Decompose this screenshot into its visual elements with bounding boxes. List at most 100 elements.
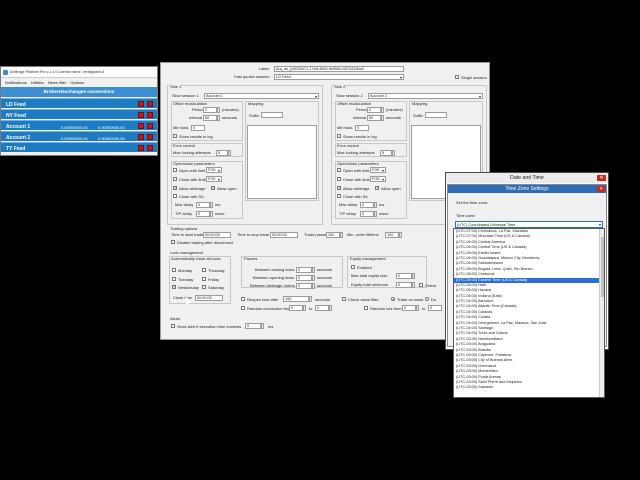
- between-opening-spinner[interactable]: [312, 275, 315, 281]
- side1-allow-arbitrage-checkbox[interactable]: [173, 186, 177, 190]
- connect-button[interactable]: [138, 145, 144, 151]
- timezone-dropdown-list[interactable]: (UTC-07:00) Chihuahua, La Paz, Mazatlan(…: [453, 228, 605, 398]
- send-alert-spinner[interactable]: [261, 323, 264, 329]
- random-lots-to-input[interactable]: 0: [428, 305, 442, 311]
- equity-total-min-input[interactable]: 0: [396, 282, 412, 288]
- side2-interval-spinner[interactable]: [381, 115, 384, 121]
- side1-max-locking-input[interactable]: 5: [216, 150, 228, 156]
- side2-max-delay-spinner[interactable]: [374, 202, 377, 208]
- day-tuesday-checkbox[interactable]: [172, 277, 176, 281]
- random-conn-from-input[interactable]: 0: [289, 305, 303, 311]
- side1-slow-select[interactable]: Account 1: [204, 92, 319, 99]
- max-equity-loss-input[interactable]: 0: [396, 273, 412, 279]
- side1-max-locking-spinner[interactable]: [228, 150, 231, 156]
- side1-close-limit-checkbox[interactable]: [173, 177, 177, 181]
- random-lots-from-spinner[interactable]: [416, 305, 419, 311]
- between-arb-input[interactable]: 0: [296, 283, 312, 289]
- side1-tp-delay-spinner[interactable]: [210, 211, 213, 217]
- settings-button[interactable]: [147, 145, 153, 151]
- side2-max-delay-input[interactable]: 0: [360, 202, 374, 208]
- datetime-close-icon[interactable]: ✕: [597, 175, 606, 181]
- side2-slow-select[interactable]: Account 2: [368, 92, 483, 99]
- fast-quotes-select[interactable]: LD Feed: [274, 74, 404, 80]
- side1-allow-open-checkbox[interactable]: [211, 186, 215, 190]
- menu-utilities[interactable]: Utilities: [31, 79, 44, 86]
- random-conn-to-spinner[interactable]: [329, 305, 332, 311]
- side1-interval-spinner[interactable]: [217, 115, 220, 121]
- side2-close-limit-select[interactable]: FOK: [370, 176, 386, 182]
- side2-show-results-checkbox[interactable]: [337, 134, 341, 138]
- random-conn-checkbox[interactable]: [241, 306, 245, 310]
- side2-open-limit-select[interactable]: FOK: [370, 167, 386, 173]
- side2-tp-delay-spinner[interactable]: [374, 211, 377, 217]
- timezone-scrollbar[interactable]: [599, 229, 604, 397]
- side1-open-limit-checkbox[interactable]: [173, 168, 177, 172]
- time-stop-input[interactable]: 00:00:00: [270, 232, 298, 238]
- side2-tp-delay-input[interactable]: 0: [360, 211, 374, 217]
- menu-news-filter[interactable]: News filter: [48, 79, 67, 86]
- between-opening-input[interactable]: 0: [296, 275, 312, 281]
- connection-row[interactable]: LD Feed: [1, 98, 157, 108]
- reopen-lock-input[interactable]: 100: [283, 296, 309, 302]
- between-arb-spinner[interactable]: [312, 283, 315, 289]
- side1-min-ticks-input[interactable]: 0: [191, 125, 205, 131]
- side1-open-limit-select[interactable]: FOK: [206, 167, 222, 173]
- settings-button[interactable]: [147, 112, 153, 118]
- connection-row[interactable]: Account 1 0.00000000,00 0.00000000,00: [1, 120, 157, 130]
- timezone-option[interactable]: (UTC-03:00) Salvador: [454, 385, 604, 390]
- side2-allow-arbitrage-checkbox[interactable]: [337, 186, 341, 190]
- send-alert-checkbox[interactable]: [171, 324, 175, 328]
- connection-row[interactable]: Account 2 0.00000000,00 0.00000000,00: [1, 131, 157, 141]
- trade-pause-input[interactable]: 100: [326, 232, 340, 238]
- disable-trading-checkbox[interactable]: [171, 240, 175, 244]
- min-order-input[interactable]: 100: [385, 232, 399, 238]
- random-conn-to-input[interactable]: 0: [315, 305, 329, 311]
- equity-total-min-spinner[interactable]: [412, 282, 415, 288]
- broker-titlebar[interactable]: Arbitrage Platform Pro v.1.4.0 License n…: [1, 67, 157, 78]
- connect-button[interactable]: [138, 134, 144, 140]
- trade-on-news-radio[interactable]: [391, 297, 395, 301]
- menu-options[interactable]: Options: [70, 79, 84, 86]
- side1-close-sl-checkbox[interactable]: [173, 194, 177, 198]
- side1-max-delay-spinner[interactable]: [210, 202, 213, 208]
- min-order-spinner[interactable]: [399, 232, 402, 238]
- day-saturday-checkbox[interactable]: [202, 285, 206, 289]
- connect-button[interactable]: [138, 123, 144, 129]
- do-radio[interactable]: [425, 297, 429, 301]
- menu-notifications[interactable]: Notifications: [5, 79, 27, 86]
- max-equity-loss-spinner[interactable]: [412, 273, 415, 279]
- equity-enabled-checkbox[interactable]: [351, 265, 355, 269]
- settings-button[interactable]: [147, 101, 153, 107]
- side2-interval-input[interactable]: 60: [367, 115, 381, 121]
- connection-row[interactable]: TY Feed: [1, 142, 157, 152]
- side1-close-limit-select[interactable]: FOK: [206, 176, 222, 182]
- side1-show-results-checkbox[interactable]: [173, 134, 177, 138]
- between-closing-input[interactable]: 0: [296, 267, 312, 273]
- close-time-input[interactable]: 00:00:00: [195, 295, 223, 301]
- day-thursday-checkbox[interactable]: [202, 268, 206, 272]
- timezone-close-icon[interactable]: ✕: [597, 186, 605, 192]
- time-start-input[interactable]: 00:00:00: [203, 232, 231, 238]
- equity-check-checkbox[interactable]: [419, 283, 423, 287]
- day-friday-checkbox[interactable]: [202, 277, 206, 281]
- side2-close-limit-checkbox[interactable]: [337, 177, 341, 181]
- side2-min-ticks-input[interactable]: 0: [355, 125, 369, 131]
- send-alert-input[interactable]: 0: [245, 323, 261, 329]
- side1-interval-input[interactable]: 60: [203, 115, 217, 121]
- settings-button[interactable]: [147, 123, 153, 129]
- side2-max-locking-input[interactable]: 5: [380, 150, 392, 156]
- trade-pause-spinner[interactable]: [340, 232, 343, 238]
- random-lots-from-input[interactable]: 0: [402, 305, 416, 311]
- timezone-select[interactable]: (UTC) Coordinated Universal Time: [455, 221, 603, 228]
- random-lots-checkbox[interactable]: [364, 306, 368, 310]
- scrollbar-thumb[interactable]: [600, 237, 604, 297]
- reopen-lock-spinner[interactable]: [309, 296, 312, 302]
- side2-suffix-input[interactable]: [425, 112, 447, 118]
- connect-button[interactable]: [138, 112, 144, 118]
- label-input[interactable]: Arq_ao_[c0026471-17e8-4959-9e906d-937441…: [274, 66, 404, 72]
- side1-mapping-list[interactable]: [247, 125, 317, 199]
- side1-period-input[interactable]: 2: [203, 107, 217, 113]
- side2-open-limit-checkbox[interactable]: [337, 168, 341, 172]
- day-monday-checkbox[interactable]: [172, 268, 176, 272]
- side2-period-spinner[interactable]: [381, 107, 384, 113]
